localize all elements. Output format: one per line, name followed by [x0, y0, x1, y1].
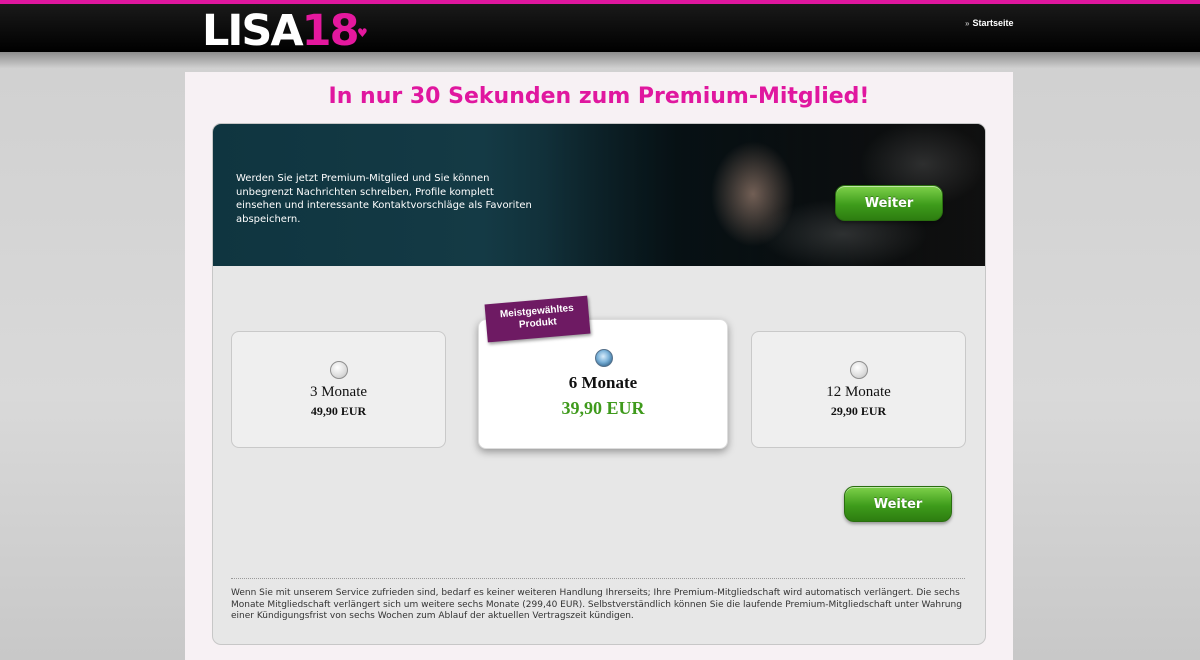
site-logo[interactable]: LISA 18 ♥ [202, 6, 368, 56]
plan-duration: 3 Monate [309, 384, 368, 400]
banner-text: Werden Sie jetzt Premium-Mitglied und Si… [236, 173, 532, 225]
plan-radio-3-months[interactable] [330, 361, 348, 379]
plan-price: 49,90 EUR [310, 404, 367, 418]
plan-radio-6-months[interactable] [595, 349, 613, 367]
plan-option-12-months[interactable]: 12 Monate 29,90 EUR [751, 331, 966, 448]
plan-radio-12-months[interactable] [850, 361, 868, 379]
plan-option-3-months[interactable]: 3 Monate 49,90 EUR [231, 331, 446, 448]
plan-duration: 12 Monate [826, 384, 891, 400]
heart-icon: ♥ [357, 26, 368, 40]
header-shadow [0, 52, 1200, 68]
plan-price: 29,90 EUR [830, 404, 887, 418]
premium-offer-box: Werden Sie jetzt Premium-Mitglied und Si… [212, 123, 986, 645]
renewal-terms-text: Wenn Sie mit unserem Service zufrieden s… [231, 588, 962, 621]
promo-banner: Werden Sie jetzt Premium-Mitglied und Si… [213, 124, 985, 266]
banner-continue-button[interactable]: Weiter [835, 185, 943, 221]
divider [231, 578, 965, 579]
continue-button[interactable]: Weiter [844, 486, 952, 522]
plan-price: 39,90 EUR [561, 398, 645, 418]
chevron-right-icon: » [965, 18, 970, 28]
plan-duration: 6 Monate [568, 373, 638, 392]
page-title: In nur 30 Sekunden zum Premium-Mitglied! [328, 84, 870, 109]
site-header: LISA 18 ♥ » Startseite [0, 4, 1200, 56]
nav-link-startseite[interactable]: » Startseite [965, 18, 1013, 28]
logo-text-white: LISA [202, 6, 304, 56]
nav-link-label: Startseite [972, 18, 1014, 28]
logo-text-pink: 18 [301, 6, 360, 56]
